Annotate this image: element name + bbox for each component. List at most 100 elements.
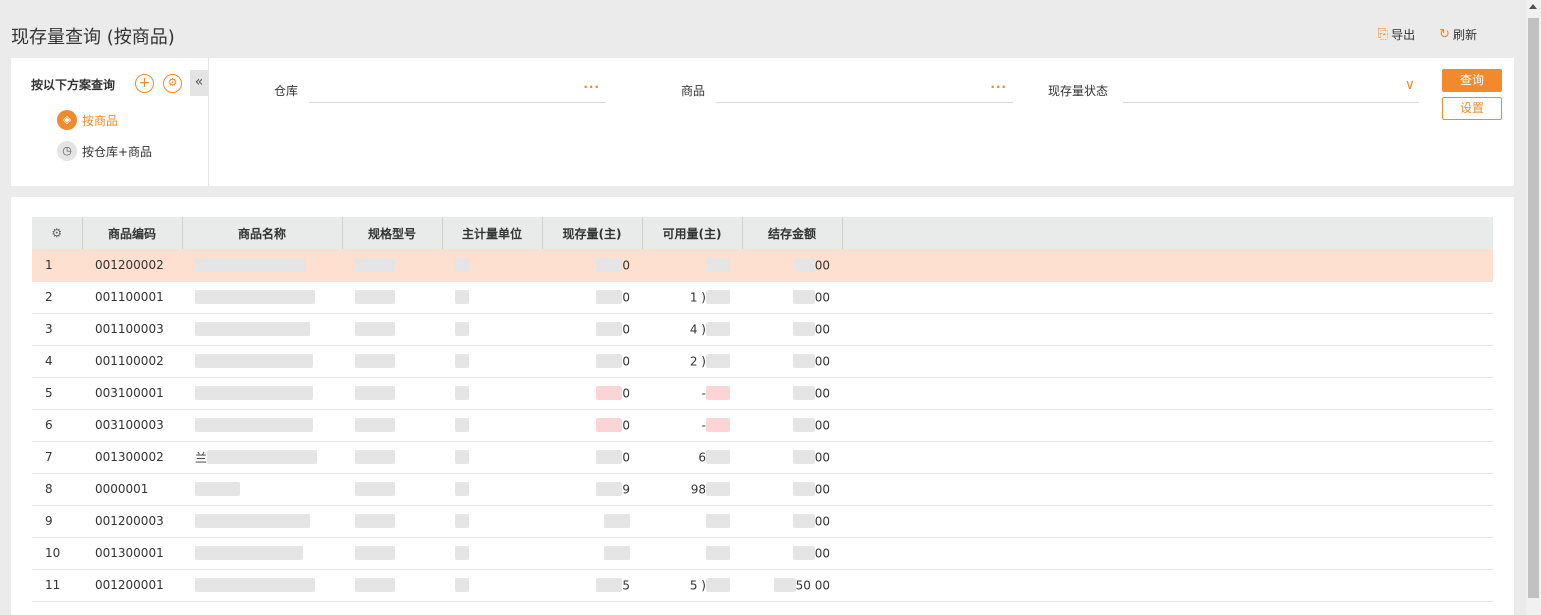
unit-cell <box>442 249 542 282</box>
amount-visible: 00 <box>814 258 830 272</box>
amount-cell: 00 <box>742 473 842 506</box>
table-row[interactable]: 6 003100003 0 - 00 <box>32 409 1493 442</box>
top-actions: ⎘ 导出 ↻ 刷新 <box>1378 26 1477 43</box>
product-name-cell <box>182 281 342 314</box>
add-scheme-button[interactable]: + <box>135 74 154 93</box>
table-row[interactable]: 10 001300001 00 <box>32 537 1493 570</box>
redacted-product-name <box>195 546 303 561</box>
redacted-available-qty <box>706 290 730 305</box>
product-code: 001300001 <box>82 537 182 570</box>
scrollbar-thumb[interactable] <box>1528 18 1539 598</box>
product-code: 001300002 <box>82 441 182 474</box>
product-name-cell <box>182 409 342 442</box>
amount-visible: 00 <box>814 546 830 561</box>
redacted-available-qty <box>706 258 730 272</box>
spec-cell <box>342 377 442 410</box>
page-scrollbar[interactable] <box>1526 0 1541 615</box>
redacted-amount <box>792 450 815 465</box>
scheme-title: 按以下方案查询 <box>31 78 116 92</box>
export-icon: ⎘ <box>1377 27 1389 42</box>
table-header: ⚙ 商品编码 商品名称 规格型号 主计量单位 现存量(主) 可用量(主) 结存金… <box>32 217 1493 249</box>
stock-status-select[interactable]: ∨ <box>1123 76 1419 103</box>
table-row[interactable]: 4 001100002 0 2 ) 00 <box>32 345 1493 378</box>
redacted-unit <box>455 290 469 305</box>
redacted-unit <box>455 322 469 337</box>
more-icon[interactable]: ··· <box>990 80 1007 94</box>
available-qty-cell: - <box>642 377 742 410</box>
results-panel: ⚙ 商品编码 商品名称 规格型号 主计量单位 现存量(主) 可用量(主) 结存金… <box>11 197 1514 615</box>
query-button[interactable]: 查询 <box>1442 69 1502 92</box>
stock-qty-visible: 0 <box>622 258 630 272</box>
available-qty-cell <box>642 249 742 282</box>
amount-visible: 00 <box>814 354 830 369</box>
redacted-spec <box>355 482 395 497</box>
row-index: 7 <box>32 441 82 474</box>
refresh-label: 刷新 <box>1452 28 1477 42</box>
scroll-up-icon[interactable] <box>1529 4 1537 9</box>
stock-qty-cell: 0 <box>542 409 642 442</box>
redacted-stock-qty <box>596 354 623 369</box>
column-header[interactable]: 商品编码 <box>82 217 183 249</box>
stock-qty-visible: 0 <box>622 386 630 401</box>
row-filler <box>842 537 1493 570</box>
redacted-available-qty <box>706 418 730 433</box>
refresh-button[interactable]: ↻ 刷新 <box>1439 26 1477 43</box>
unit-cell <box>442 281 542 314</box>
redacted-amount <box>792 386 815 401</box>
redacted-spec <box>355 386 395 401</box>
stock-qty-cell: 0 <box>542 441 642 474</box>
table-row[interactable]: 5 003100001 0 - 00 <box>32 377 1493 410</box>
amount-cell: 00 <box>742 505 842 538</box>
redacted-product-name <box>195 322 310 337</box>
chevron-down-icon: ∨ <box>1404 77 1415 93</box>
spec-cell <box>342 441 442 474</box>
stock-qty-visible: 0 <box>622 290 630 305</box>
spec-cell <box>342 249 442 282</box>
table-body: 1 001200002 0 00 2 001100001 0 1 ) 00 3 … <box>32 249 1493 602</box>
unit-cell <box>442 377 542 410</box>
column-header[interactable]: 现存量(主) <box>542 217 643 249</box>
amount-visible: 00 <box>814 322 830 337</box>
column-header[interactable]: 结存金额 <box>742 217 843 249</box>
redacted-product-name <box>207 450 318 464</box>
row-index: 9 <box>32 505 82 538</box>
scheme-settings-button[interactable]: ⚙ <box>163 74 182 93</box>
table-row[interactable]: 7 001300002 兰 0 6 00 <box>32 441 1493 474</box>
spec-cell <box>342 473 442 506</box>
table-row[interactable]: 3 001100003 0 4 ) 00 <box>32 313 1493 346</box>
redacted-spec <box>355 322 395 337</box>
available-qty-cell: 98 <box>642 473 742 506</box>
table-row[interactable]: 11 001200001 5 5 ) 50 00 <box>32 569 1493 602</box>
redacted-amount <box>792 322 815 337</box>
amount-visible: 00 <box>814 514 830 529</box>
available-qty-cell: 1 ) <box>642 281 742 314</box>
product-field[interactable]: ··· <box>716 76 1013 103</box>
product-name-cell <box>182 377 342 410</box>
scheme-item-by-warehouse-product[interactable]: ◷ 按仓库+商品 <box>57 141 152 161</box>
table-row[interactable]: 2 001100001 0 1 ) 00 <box>32 281 1493 314</box>
column-header[interactable]: 主计量单位 <box>442 217 543 249</box>
row-index: 3 <box>32 313 82 346</box>
redacted-unit <box>455 514 469 529</box>
header-filler <box>842 217 1493 249</box>
settings-button[interactable]: 设置 <box>1442 97 1502 120</box>
collapse-panel-button[interactable]: « <box>190 70 208 96</box>
column-settings-header[interactable]: ⚙ <box>32 217 83 249</box>
column-header[interactable]: 规格型号 <box>342 217 443 249</box>
warehouse-field[interactable]: ··· <box>309 76 606 103</box>
available-qty-cell: 5 ) <box>642 569 742 602</box>
export-button[interactable]: ⎘ 导出 <box>1378 26 1415 43</box>
table-row[interactable]: 1 001200002 0 00 <box>32 249 1493 282</box>
scheme-item-by-product[interactable]: ◈ 按商品 <box>57 110 118 130</box>
more-icon[interactable]: ··· <box>583 80 600 94</box>
redacted-unit <box>455 482 469 497</box>
amount-cell: 00 <box>742 281 842 314</box>
table-row[interactable]: 9 001200003 00 <box>32 505 1493 538</box>
column-header[interactable]: 商品名称 <box>182 217 343 249</box>
column-header[interactable]: 可用量(主) <box>642 217 743 249</box>
table-row[interactable]: 8 0000001 9 98 00 <box>32 473 1493 506</box>
cube-icon: ◈ <box>57 110 77 130</box>
stock-qty-cell <box>542 537 642 570</box>
available-qty-cell: 2 ) <box>642 345 742 378</box>
redacted-product-name <box>195 578 315 593</box>
